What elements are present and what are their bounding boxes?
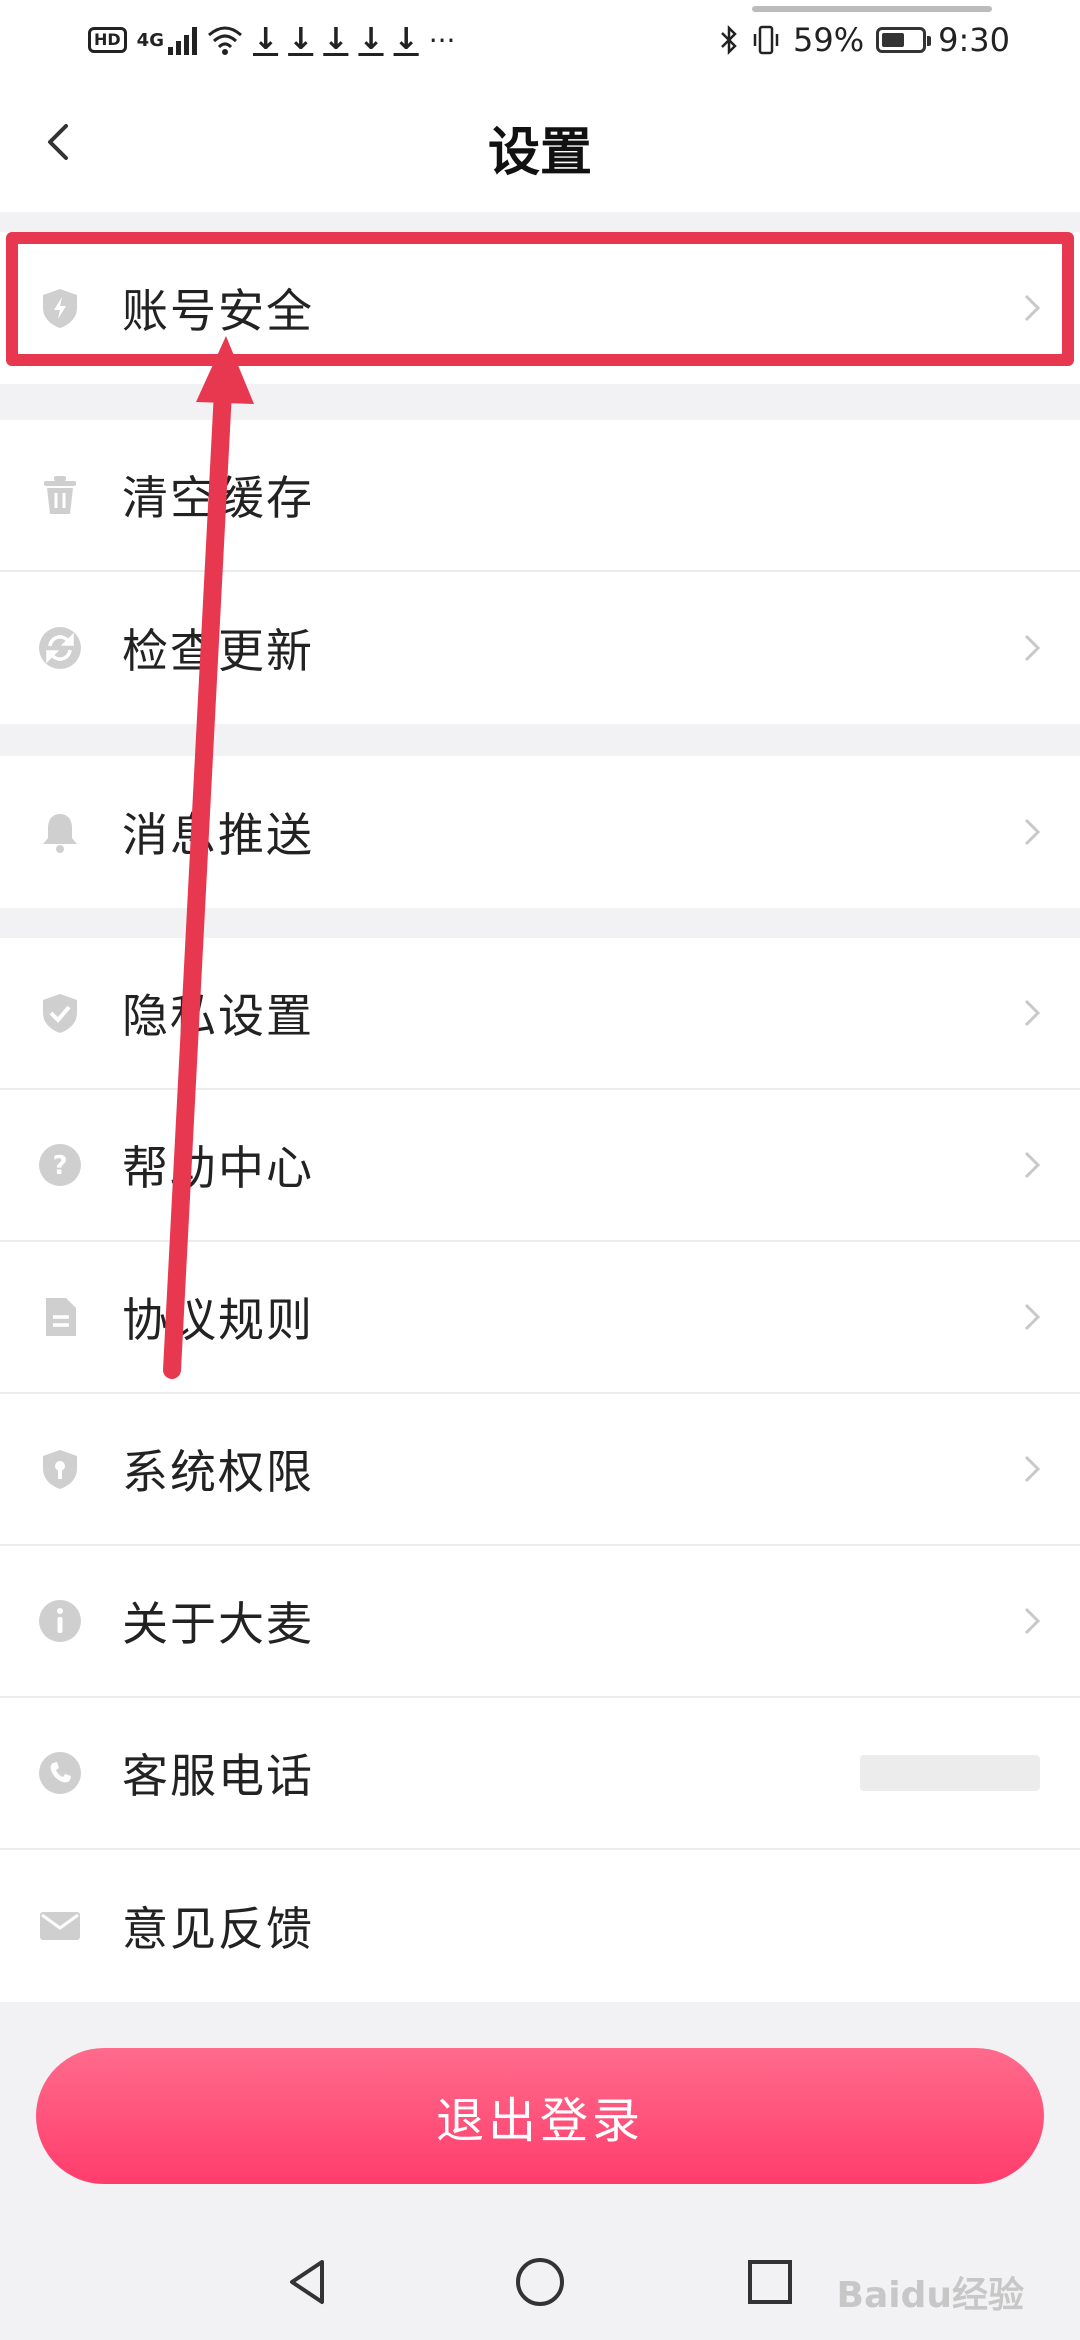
recents-square-icon[interactable]: [742, 2254, 798, 2310]
settings-item-label: 意见反馈: [122, 1902, 314, 1956]
annotation-highlight-box: [6, 232, 1074, 366]
settings-item-clear-cache[interactable]: 清空缓存: [0, 420, 1080, 572]
more-notifications-icon: ···: [428, 23, 456, 57]
settings-item-label: 清空缓存: [122, 471, 314, 525]
settings-item-push[interactable]: 消息推送: [0, 756, 1080, 908]
settings-group-notifications: 消息推送: [0, 756, 1080, 908]
page-title: 设置: [487, 123, 592, 183]
signal-icon: [167, 25, 197, 55]
download-icon: ↓: [252, 22, 279, 57]
chevron-right-icon: [1024, 1151, 1041, 1179]
chevron-right-icon: [1024, 999, 1041, 1027]
settings-group-app: 清空缓存 检查更新: [0, 420, 1080, 724]
settings-item-about[interactable]: 关于大麦: [0, 1546, 1080, 1698]
shield-check-icon: [43, 994, 77, 1033]
trash-icon: [44, 476, 76, 514]
battery-icon: [876, 27, 932, 53]
battery-percent: 59%: [793, 21, 865, 59]
download-icon: ↓: [288, 22, 314, 57]
settings-item-label: 关于大麦: [122, 1597, 314, 1651]
network-type: 4G: [136, 29, 164, 51]
download-icon: ↓: [358, 22, 384, 57]
logout-button[interactable]: 退出登录: [36, 2048, 1044, 2184]
hotline-number-redacted: [860, 1755, 1040, 1791]
app-header: 设置: [0, 82, 1080, 212]
refresh-icon: [39, 627, 81, 669]
mail-icon: [40, 1912, 80, 1940]
chevron-right-icon: [1024, 818, 1041, 846]
settings-item-label: 客服电话: [122, 1749, 314, 1803]
settings-item-privacy[interactable]: 隐私设置: [0, 938, 1080, 1090]
watermark: Baidu经验: [836, 2275, 1024, 2316]
vibrate-icon: [753, 25, 779, 55]
chevron-right-icon: [1024, 1607, 1041, 1635]
settings-item-check-update[interactable]: 检查更新: [0, 572, 1080, 724]
status-bar: HD 4G ↓ ↓ ↓ ↓ ↓ ··· 59% 9:30: [0, 0, 1080, 82]
phone-icon: [39, 1752, 81, 1794]
settings-item-label: 帮助中心: [122, 1141, 314, 1195]
settings-item-feedback[interactable]: 意见反馈: [0, 1850, 1080, 2002]
back-triangle-icon[interactable]: [280, 2254, 336, 2310]
system-nav-bar: Baidu经验: [0, 2224, 1080, 2340]
gesture-indicator: [752, 6, 992, 12]
settings-item-label: 消息推送: [122, 808, 314, 862]
settings-item-help[interactable]: ? 帮助中心: [0, 1090, 1080, 1242]
info-icon: [39, 1600, 81, 1642]
settings-item-agreements[interactable]: 协议规则: [0, 1242, 1080, 1394]
chevron-right-icon: [1024, 1303, 1041, 1331]
shield-keyhole-icon: [43, 1450, 77, 1489]
settings-item-permissions[interactable]: 系统权限: [0, 1394, 1080, 1546]
settings-item-label: 协议规则: [122, 1293, 314, 1347]
chevron-right-icon: [1024, 634, 1041, 662]
download-icon: ↓: [393, 22, 419, 57]
clock: 9:30: [938, 21, 1010, 59]
status-left: HD 4G ↓ ↓ ↓ ↓ ↓ ···: [88, 18, 455, 62]
hd-badge: HD: [88, 27, 127, 53]
download-icon: ↓: [323, 22, 349, 57]
bluetooth-icon: [721, 24, 737, 56]
settings-item-label: 检查更新: [122, 624, 314, 678]
settings-group-general: 隐私设置 ? 帮助中心 协议规则 系统权限 关于大麦 客服电话 意见反馈: [0, 938, 1080, 2002]
status-right: 59% 9:30: [719, 18, 1010, 62]
document-icon: [46, 1298, 76, 1336]
chevron-right-icon: [1024, 1455, 1041, 1483]
settings-item-label: 隐私设置: [122, 989, 314, 1043]
svg-text:?: ?: [52, 1151, 67, 1181]
settings-item-label: 系统权限: [122, 1445, 314, 1499]
settings-item-hotline[interactable]: 客服电话: [0, 1698, 1080, 1850]
home-circle-icon[interactable]: [512, 2254, 568, 2310]
wifi-icon: [207, 26, 242, 55]
question-icon: ?: [39, 1144, 81, 1186]
bell-icon: [43, 814, 77, 853]
